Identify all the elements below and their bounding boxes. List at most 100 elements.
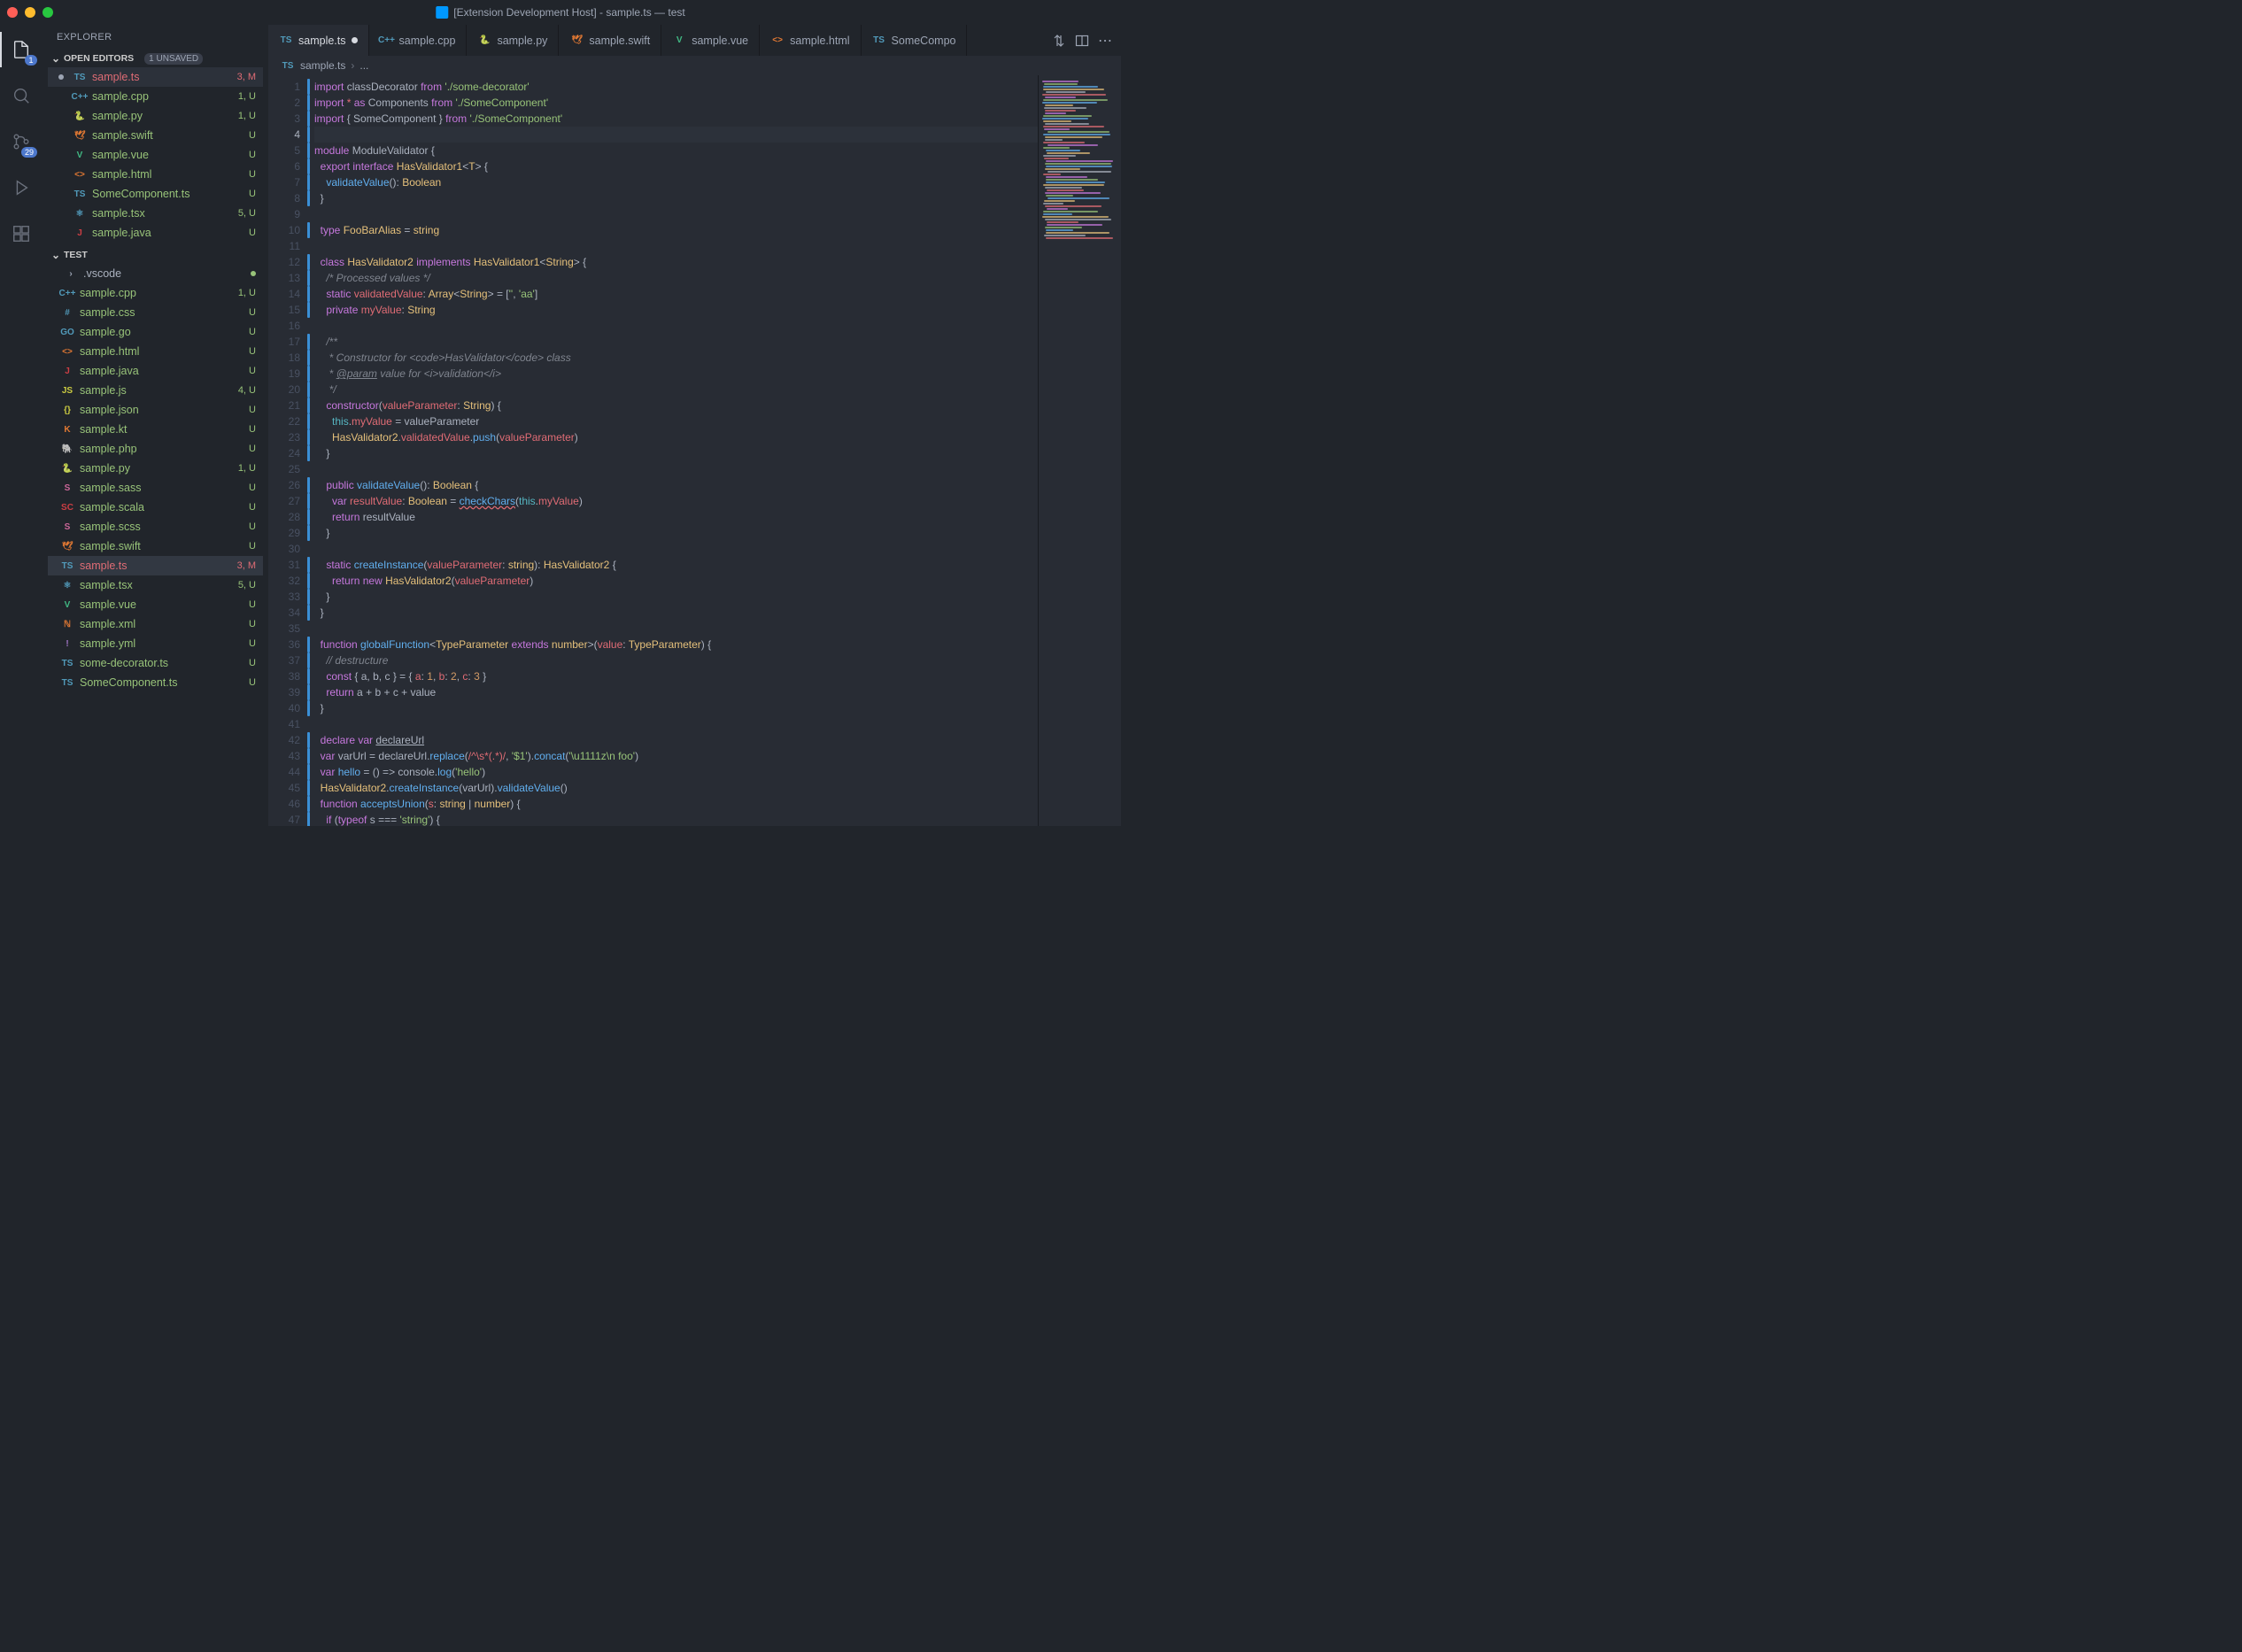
line-number[interactable]: 12 xyxy=(268,254,300,270)
line-number[interactable]: 7 xyxy=(268,174,300,190)
line-number[interactable]: 25 xyxy=(268,461,300,477)
open-editor-item[interactable]: C++ sample.cpp 1, U xyxy=(48,87,263,106)
code-editor[interactable]: import classDecorator from './some-decor… xyxy=(305,75,1038,826)
open-editor-item[interactable]: ⚛ sample.tsx 5, U xyxy=(48,204,263,223)
line-number[interactable]: 45 xyxy=(268,780,300,796)
file-tree-item[interactable]: S sample.scss U xyxy=(48,517,263,537)
line-number[interactable]: 42 xyxy=(268,732,300,748)
line-number[interactable]: 10 xyxy=(268,222,300,238)
line-number[interactable]: 1 xyxy=(268,79,300,95)
line-number[interactable]: 44 xyxy=(268,764,300,780)
line-number[interactable]: 36 xyxy=(268,637,300,652)
code-line[interactable] xyxy=(314,621,1038,637)
file-tree-item[interactable]: S sample.sass U xyxy=(48,478,263,498)
line-number[interactable]: 29 xyxy=(268,525,300,541)
file-tree-item[interactable]: TS some-decorator.ts U xyxy=(48,653,263,673)
breadcrumb[interactable]: TS sample.ts › ... xyxy=(268,56,1121,75)
file-tree-item[interactable]: ! sample.yml U xyxy=(48,634,263,653)
open-editor-item[interactable]: 🐍 sample.py 1, U xyxy=(48,106,263,126)
workspace-header[interactable]: ⌄ TEST xyxy=(48,246,263,264)
code-line[interactable]: function acceptsUnion(s: string | number… xyxy=(314,796,1038,812)
code-line[interactable]: function globalFunction<TypeParameter ex… xyxy=(314,637,1038,652)
line-number[interactable]: 8 xyxy=(268,190,300,206)
file-tree-item[interactable]: C++ sample.cpp 1, U xyxy=(48,283,263,303)
code-line[interactable]: } xyxy=(314,605,1038,621)
line-number[interactable]: 18 xyxy=(268,350,300,366)
code-line[interactable]: if (typeof s === 'string') { xyxy=(314,812,1038,826)
open-editor-item[interactable]: 🕊 sample.swift U xyxy=(48,126,263,145)
debug-activity[interactable] xyxy=(0,170,43,205)
line-number[interactable]: 4 xyxy=(268,127,300,143)
code-line[interactable]: module ModuleValidator { xyxy=(314,143,1038,158)
code-line[interactable] xyxy=(314,716,1038,732)
line-number[interactable]: 24 xyxy=(268,445,300,461)
tab-sample.vue[interactable]: V sample.vue xyxy=(661,25,760,56)
line-number[interactable]: 19 xyxy=(268,366,300,382)
line-number[interactable]: 21 xyxy=(268,398,300,413)
code-line[interactable]: type FooBarAlias = string xyxy=(314,222,1038,238)
code-line[interactable]: return resultValue xyxy=(314,509,1038,525)
line-number[interactable]: 41 xyxy=(268,716,300,732)
line-number[interactable]: 31 xyxy=(268,557,300,573)
file-tree-item[interactable]: K sample.kt U xyxy=(48,420,263,439)
code-line[interactable]: /** xyxy=(314,334,1038,350)
code-line[interactable]: * Constructor for <code>HasValidator</co… xyxy=(314,350,1038,366)
file-tree-item[interactable]: JS sample.js 4, U xyxy=(48,381,263,400)
file-tree-item[interactable]: J sample.java U xyxy=(48,361,263,381)
code-line[interactable]: } xyxy=(314,700,1038,716)
search-activity[interactable] xyxy=(0,78,43,113)
code-line[interactable]: } xyxy=(314,589,1038,605)
tab-sample.ts[interactable]: TS sample.ts xyxy=(268,25,369,56)
code-line[interactable]: this.myValue = valueParameter xyxy=(314,413,1038,429)
file-tree-item[interactable]: TS sample.ts 3, M xyxy=(48,556,263,575)
code-line[interactable]: HasValidator2.createInstance(varUrl).val… xyxy=(314,780,1038,796)
line-number[interactable]: 38 xyxy=(268,668,300,684)
line-gutter[interactable]: 1234567891011121314151617181920212223242… xyxy=(268,75,305,826)
code-line[interactable]: var varUrl = declareUrl.replace(/^\s*(.*… xyxy=(314,748,1038,764)
line-number[interactable]: 5 xyxy=(268,143,300,158)
tab-sample.swift[interactable]: 🕊 sample.swift xyxy=(559,25,661,56)
line-number[interactable]: 16 xyxy=(268,318,300,334)
line-number[interactable]: 26 xyxy=(268,477,300,493)
line-number[interactable]: 20 xyxy=(268,382,300,398)
code-line[interactable]: } xyxy=(314,525,1038,541)
code-line[interactable] xyxy=(314,238,1038,254)
code-line[interactable]: static createInstance(valueParameter: st… xyxy=(314,557,1038,573)
line-number[interactable]: 43 xyxy=(268,748,300,764)
open-editor-item[interactable]: <> sample.html U xyxy=(48,165,263,184)
file-tree-item[interactable]: SC sample.scala U xyxy=(48,498,263,517)
open-editors-header[interactable]: ⌄ OPEN EDITORS 1 UNSAVED xyxy=(48,50,263,67)
code-line[interactable]: constructor(valueParameter: String) { xyxy=(314,398,1038,413)
code-line[interactable]: return new HasValidator2(valueParameter) xyxy=(314,573,1038,589)
line-number[interactable]: 35 xyxy=(268,621,300,637)
code-line[interactable]: } xyxy=(314,445,1038,461)
code-line[interactable]: * @param value for <i>validation</i> xyxy=(314,366,1038,382)
explorer-activity[interactable]: 1 xyxy=(0,32,43,67)
line-number[interactable]: 47 xyxy=(268,812,300,826)
code-line[interactable]: */ xyxy=(314,382,1038,398)
code-line[interactable]: import * as Components from './SomeCompo… xyxy=(314,95,1038,111)
line-number[interactable]: 14 xyxy=(268,286,300,302)
line-number[interactable]: 37 xyxy=(268,652,300,668)
file-tree-item[interactable]: V sample.vue U xyxy=(48,595,263,614)
file-tree-item[interactable]: › .vscode xyxy=(48,264,263,283)
line-number[interactable]: 17 xyxy=(268,334,300,350)
open-editor-item[interactable]: TS sample.ts 3, M xyxy=(48,67,263,87)
code-line[interactable] xyxy=(314,541,1038,557)
scm-activity[interactable]: 29 xyxy=(0,124,43,159)
line-number[interactable]: 22 xyxy=(268,413,300,429)
code-line[interactable]: var hello = () => console.log('hello') xyxy=(314,764,1038,780)
code-line[interactable]: // destructure xyxy=(314,652,1038,668)
code-line[interactable]: /* Processed values */ xyxy=(314,270,1038,286)
file-tree-item[interactable]: TS SomeComponent.ts U xyxy=(48,673,263,692)
line-number[interactable]: 40 xyxy=(268,700,300,716)
code-line[interactable]: import { SomeComponent } from './SomeCom… xyxy=(314,111,1038,127)
tab-sample.py[interactable]: 🐍 sample.py xyxy=(467,25,559,56)
line-number[interactable]: 9 xyxy=(268,206,300,222)
code-line[interactable] xyxy=(314,206,1038,222)
open-editor-item[interactable]: J sample.java U xyxy=(48,223,263,243)
line-number[interactable]: 11 xyxy=(268,238,300,254)
line-number[interactable]: 46 xyxy=(268,796,300,812)
code-line[interactable] xyxy=(314,127,1038,143)
code-line[interactable] xyxy=(314,318,1038,334)
